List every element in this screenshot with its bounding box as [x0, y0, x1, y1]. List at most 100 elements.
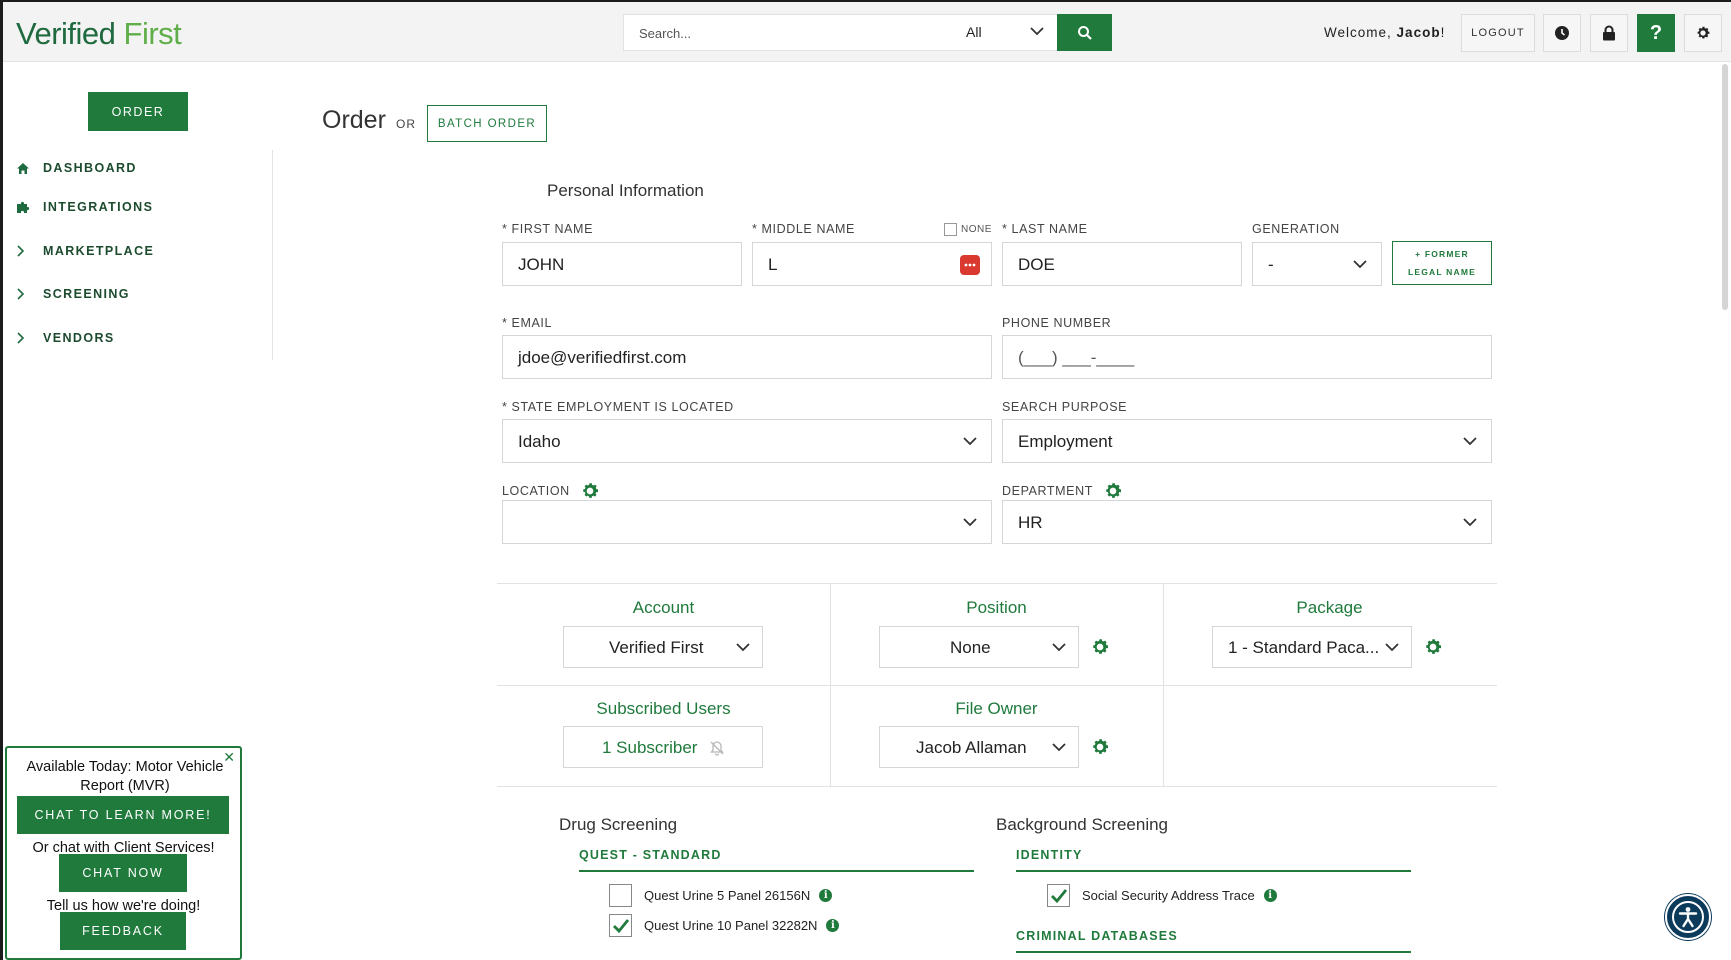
quest-5-panel-checkbox[interactable] — [609, 884, 632, 907]
puzzle-icon — [16, 200, 38, 214]
quest-standard-title: QUEST - STANDARD — [579, 848, 722, 862]
quest-5-panel-text: Quest Urine 5 Panel 26156N — [644, 888, 810, 903]
phone-value: (___) ___-____ — [1018, 348, 1134, 368]
email-field[interactable]: jdoe@verifiedfirst.com — [502, 335, 992, 379]
search-icon — [1077, 25, 1093, 41]
department-value: HR — [1018, 513, 1043, 533]
logo[interactable]: Verified First — [16, 16, 181, 52]
account-title: Account — [497, 598, 830, 618]
quest-10-panel-checkbox[interactable] — [609, 914, 632, 937]
logout-button[interactable]: LOGOUT — [1461, 14, 1535, 52]
package-gear-icon[interactable] — [1423, 637, 1443, 657]
ssn-trace-label: Social Security Address Trace i — [1082, 888, 1277, 903]
personal-info-title: Personal Information — [547, 181, 704, 201]
lock-icon — [1602, 25, 1616, 41]
email-value: jdoe@verifiedfirst.com — [518, 348, 686, 368]
order-button[interactable]: ORDER — [88, 92, 188, 131]
logo-part1: Verified — [16, 16, 115, 51]
history-button[interactable] — [1543, 14, 1581, 52]
file-owner-title: File Owner — [830, 699, 1163, 719]
sidebar-divider — [272, 150, 273, 360]
state-select[interactable]: Idaho — [502, 419, 992, 463]
last-name-field[interactable]: DOE — [1002, 242, 1242, 286]
position-gear-icon[interactable] — [1090, 637, 1110, 657]
location-gear-icon[interactable] — [580, 481, 600, 501]
location-label-text: LOCATION — [502, 484, 570, 498]
account-select[interactable]: Verified First — [563, 626, 763, 668]
window-frame-left — [0, 0, 3, 960]
info-icon[interactable]: i — [826, 919, 839, 932]
location-select[interactable] — [502, 500, 992, 544]
subscribed-users-value: 1 Subscriber — [602, 738, 697, 758]
ssn-trace-text: Social Security Address Trace — [1082, 888, 1255, 903]
batch-order-button[interactable]: BATCH ORDER — [427, 105, 547, 142]
checkbox-box — [944, 223, 957, 236]
generation-select[interactable]: - — [1252, 242, 1382, 286]
first-name-field[interactable]: JOHN — [502, 242, 742, 286]
section-rule — [1016, 870, 1411, 872]
sidebar-item-label: DASHBOARD — [43, 161, 137, 175]
package-title: Package — [1163, 598, 1496, 618]
sidebar-item-label: SCREENING — [43, 287, 130, 301]
info-icon[interactable]: i — [1264, 889, 1277, 902]
lock-button[interactable] — [1590, 14, 1628, 52]
sidebar-item-marketplace[interactable]: MARKETPLACE — [16, 240, 154, 262]
settings-button[interactable] — [1684, 14, 1722, 52]
none-label: NONE — [961, 224, 992, 235]
generation-value: - — [1268, 255, 1274, 275]
chevron-down-icon — [1461, 513, 1479, 536]
file-owner-gear-icon[interactable] — [1090, 737, 1110, 757]
password-manager-icon[interactable] — [960, 255, 980, 275]
file-owner-select[interactable]: Jacob Allaman — [879, 726, 1079, 768]
middle-name-value: L — [768, 255, 777, 275]
department-gear-icon[interactable] — [1103, 481, 1123, 501]
phone-field[interactable]: (___) ___-____ — [1002, 335, 1492, 379]
search-scope-select[interactable]: All — [966, 24, 982, 40]
scrollbar-thumb[interactable] — [1722, 64, 1728, 310]
grid-divider — [497, 583, 1497, 584]
checkmark-icon — [1050, 887, 1068, 905]
chevron-down-icon[interactable] — [1029, 23, 1045, 44]
ssn-trace-checkbox[interactable] — [1047, 884, 1070, 907]
package-select[interactable]: 1 - Standard Paca... — [1212, 626, 1412, 668]
sidebar-item-integrations[interactable]: INTEGRATIONS — [16, 196, 153, 218]
sidebar-item-vendors[interactable]: VENDORS — [16, 327, 115, 349]
page-title: Order — [322, 106, 386, 135]
position-select[interactable]: None — [879, 626, 1079, 668]
search-purpose-select[interactable]: Employment — [1002, 419, 1492, 463]
department-select[interactable]: HR — [1002, 500, 1492, 544]
or-text: OR — [396, 117, 416, 131]
middle-name-none-checkbox[interactable]: NONE — [944, 223, 992, 236]
chevron-down-icon — [1351, 255, 1369, 278]
drug-screening-title: Drug Screening — [559, 815, 677, 835]
chevron-down-icon — [961, 513, 979, 536]
position-title: Position — [830, 598, 1163, 618]
info-icon[interactable]: i — [819, 889, 832, 902]
generation-label: GENERATION — [1252, 222, 1340, 236]
search-input[interactable]: Search... — [639, 26, 691, 41]
chevron-down-icon — [961, 432, 979, 455]
help-button[interactable]: ? — [1637, 14, 1675, 52]
middle-name-field[interactable]: L — [752, 242, 992, 286]
position-value: None — [950, 638, 991, 658]
chat-now-button[interactable]: CHAT NOW — [59, 854, 187, 892]
clock-icon — [1554, 25, 1570, 41]
chevron-down-icon — [1050, 738, 1068, 761]
accessibility-button[interactable] — [1665, 894, 1711, 940]
chevron-down-icon — [1461, 432, 1479, 455]
quest-10-panel-text: Quest Urine 10 Panel 32282N — [644, 918, 817, 933]
chevron-down-icon — [1383, 638, 1401, 661]
feedback-button[interactable]: FEEDBACK — [60, 912, 186, 950]
email-label: * EMAIL — [502, 316, 552, 330]
chat-popup: ✕ Available Today: Motor Vehicle Report … — [5, 746, 242, 960]
former-legal-name-button[interactable]: + FORMER LEGAL NAME — [1392, 241, 1492, 285]
search-button[interactable] — [1057, 14, 1112, 51]
sidebar-item-screening[interactable]: SCREENING — [16, 283, 130, 305]
chat-learn-more-button[interactable]: CHAT TO LEARN MORE! — [17, 796, 229, 834]
subscribed-users-title: Subscribed Users — [497, 699, 830, 719]
sidebar-item-dashboard[interactable]: DASHBOARD — [16, 157, 137, 179]
subscribed-users-button[interactable]: 1 Subscriber — [563, 726, 763, 768]
home-icon — [16, 162, 38, 175]
section-rule — [579, 870, 974, 872]
file-owner-value: Jacob Allaman — [916, 738, 1027, 758]
